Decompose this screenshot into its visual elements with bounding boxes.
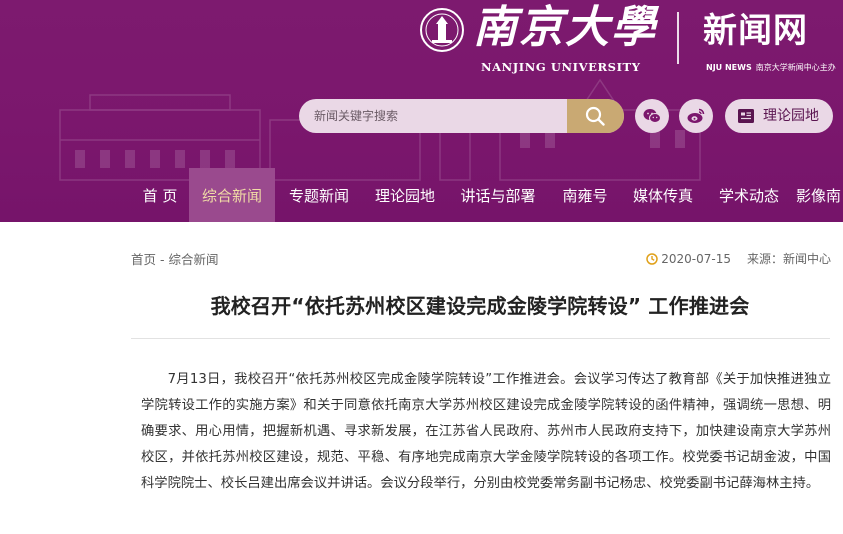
site-subtitle: NJU NEWS 南京大学新闻中心主办 bbox=[706, 62, 843, 74]
breadcrumb-separator: - bbox=[160, 252, 165, 267]
nav-item-nanyong[interactable]: 南雍号 bbox=[552, 168, 618, 222]
weibo-button[interactable] bbox=[679, 99, 713, 133]
nav-item-images[interactable]: 影像南 bbox=[796, 168, 843, 222]
article-source: 来源：新闻中心 bbox=[746, 252, 831, 266]
clock-icon bbox=[646, 253, 658, 265]
logo-english-name: NANJING UNIVERSITY bbox=[481, 60, 641, 74]
search-box bbox=[299, 99, 624, 133]
nav-item-general-news[interactable]: 综合新闻 bbox=[189, 168, 275, 222]
breadcrumb: 首页 - 综合新闻 bbox=[131, 249, 219, 267]
search-input[interactable] bbox=[299, 99, 567, 133]
theory-garden-button[interactable]: 理论园地 bbox=[725, 99, 833, 133]
nav-item-speeches[interactable]: 讲话与部署 bbox=[451, 168, 545, 222]
breadcrumb-current[interactable]: 综合新闻 bbox=[169, 252, 219, 267]
nav-item-media[interactable]: 媒体传真 bbox=[624, 168, 702, 222]
article-paragraph: 7月13日，我校召开“依托苏州校区完成金陵学院转设”工作推进会。会议学习传达了教… bbox=[141, 372, 831, 491]
university-emblem-icon bbox=[420, 8, 464, 52]
book-icon bbox=[738, 109, 754, 123]
site-name: 新闻网 bbox=[703, 11, 808, 51]
logo-divider bbox=[677, 12, 679, 64]
wechat-icon bbox=[643, 109, 661, 123]
nav-item-special-news[interactable]: 专题新闻 bbox=[279, 168, 359, 222]
site-sub-brand: NJU NEWS bbox=[706, 63, 752, 72]
breadcrumb-home[interactable]: 首页 bbox=[131, 252, 156, 267]
search-button[interactable] bbox=[567, 99, 624, 133]
site-header: 南京大學 NANJING UNIVERSITY 新闻网 NJU NEWS 南京大学… bbox=[0, 0, 843, 222]
search-icon bbox=[585, 106, 605, 126]
article-title: 我校召开“依托苏州校区建设完成金陵学院转设” 工作推进会 bbox=[210, 294, 750, 318]
theory-garden-label: 理论园地 bbox=[763, 108, 819, 124]
nav-item-academic[interactable]: 学术动态 bbox=[709, 168, 789, 222]
publish-date: 2020-07-15 bbox=[661, 252, 731, 266]
weibo-icon bbox=[687, 108, 705, 123]
nav-item-home[interactable]: 首 页 bbox=[130, 168, 190, 222]
main-nav: 首 页 综合新闻 专题新闻 理论园地 讲话与部署 南雍号 媒体传真 学术动态 影… bbox=[0, 168, 843, 222]
logo-chinese-name: 南京大學 bbox=[473, 2, 657, 53]
nav-item-theory[interactable]: 理论园地 bbox=[366, 168, 444, 222]
site-sub-text: 南京大学新闻中心主办 bbox=[755, 63, 836, 72]
article-body: 7月13日，我校召开“依托苏州校区完成金陵学院转设”工作推进会。会议学习传达了教… bbox=[141, 367, 831, 497]
title-divider bbox=[131, 338, 830, 339]
article-meta: 2020-07-15 来源：新闻中心 bbox=[646, 250, 831, 268]
wechat-button[interactable] bbox=[635, 99, 669, 133]
